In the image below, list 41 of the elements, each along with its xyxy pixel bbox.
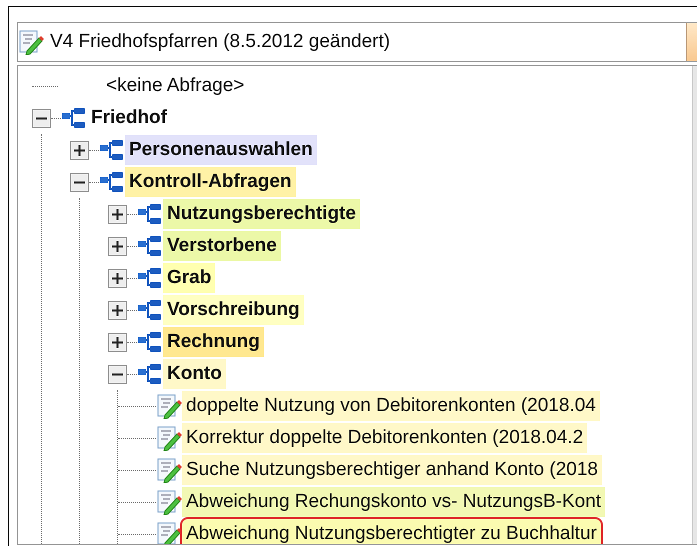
tree-folder-item[interactable]: Konto (163, 359, 226, 389)
query-item[interactable]: Suche Nutzungsberechtiger anhand Konto (2018 (182, 455, 602, 485)
query-item[interactable]: Korrektur doppelte Debitorenkonten (2018.04.2 (182, 423, 588, 453)
hierarchy-icon (137, 298, 163, 322)
expand-icon[interactable] (70, 140, 89, 160)
document-pencil-icon (156, 521, 182, 544)
tree-folder-item[interactable]: Grab (163, 263, 216, 293)
document-pencil-icon (156, 393, 182, 419)
expand-icon[interactable] (108, 236, 127, 256)
hierarchy-icon (137, 266, 163, 290)
hierarchy-icon (99, 170, 125, 194)
document-pencil-icon (156, 425, 182, 451)
document-pencil-icon (156, 489, 182, 515)
document-pencil-icon (18, 29, 44, 55)
hierarchy-icon (99, 138, 125, 162)
tree-folder-item[interactable]: Personenauswahlen (125, 135, 317, 165)
tree-item[interactable]: <keine Abfrage> (102, 71, 248, 101)
query-item[interactable]: Abweichung Rechungskonto vs- NutzungsB-Kont (182, 487, 606, 517)
tree-folder-item[interactable]: Nutzungsberechtigte (163, 199, 360, 229)
tree-folder-item[interactable]: Vorschreibung (163, 295, 304, 325)
hierarchy-icon (61, 106, 87, 130)
query-dropdown[interactable]: V4 Friedhofspfarren (8.5.2012 geändert) (17, 22, 697, 62)
expand-icon[interactable] (108, 332, 127, 352)
query-item[interactable]: Abweichung Nutzungsberechtigter zu Buchhaltur (182, 519, 601, 544)
collapse-icon[interactable] (32, 108, 51, 128)
hierarchy-icon (137, 234, 163, 258)
hierarchy-icon (137, 202, 163, 226)
hierarchy-icon (137, 362, 163, 386)
collapse-icon[interactable] (108, 364, 127, 384)
hierarchy-icon (137, 330, 163, 354)
tree-folder-item[interactable]: Rechnung (163, 327, 264, 357)
tree-folder-item[interactable]: Verstorbene (163, 231, 281, 261)
document-pencil-icon (156, 457, 182, 483)
expand-icon[interactable] (108, 204, 127, 224)
query-item[interactable]: doppelte Nutzung von Debitorenkonten (2018.04 (182, 391, 600, 421)
collapse-icon[interactable] (70, 172, 89, 192)
tree-folder-item[interactable]: Friedhof (87, 103, 171, 133)
expand-icon[interactable] (108, 268, 127, 288)
dropdown-value: V4 Friedhofspfarren (8.5.2012 geändert) (50, 30, 390, 54)
tree-folder-item[interactable]: Kontroll-Abfragen (125, 167, 296, 197)
expand-icon[interactable] (108, 300, 127, 320)
